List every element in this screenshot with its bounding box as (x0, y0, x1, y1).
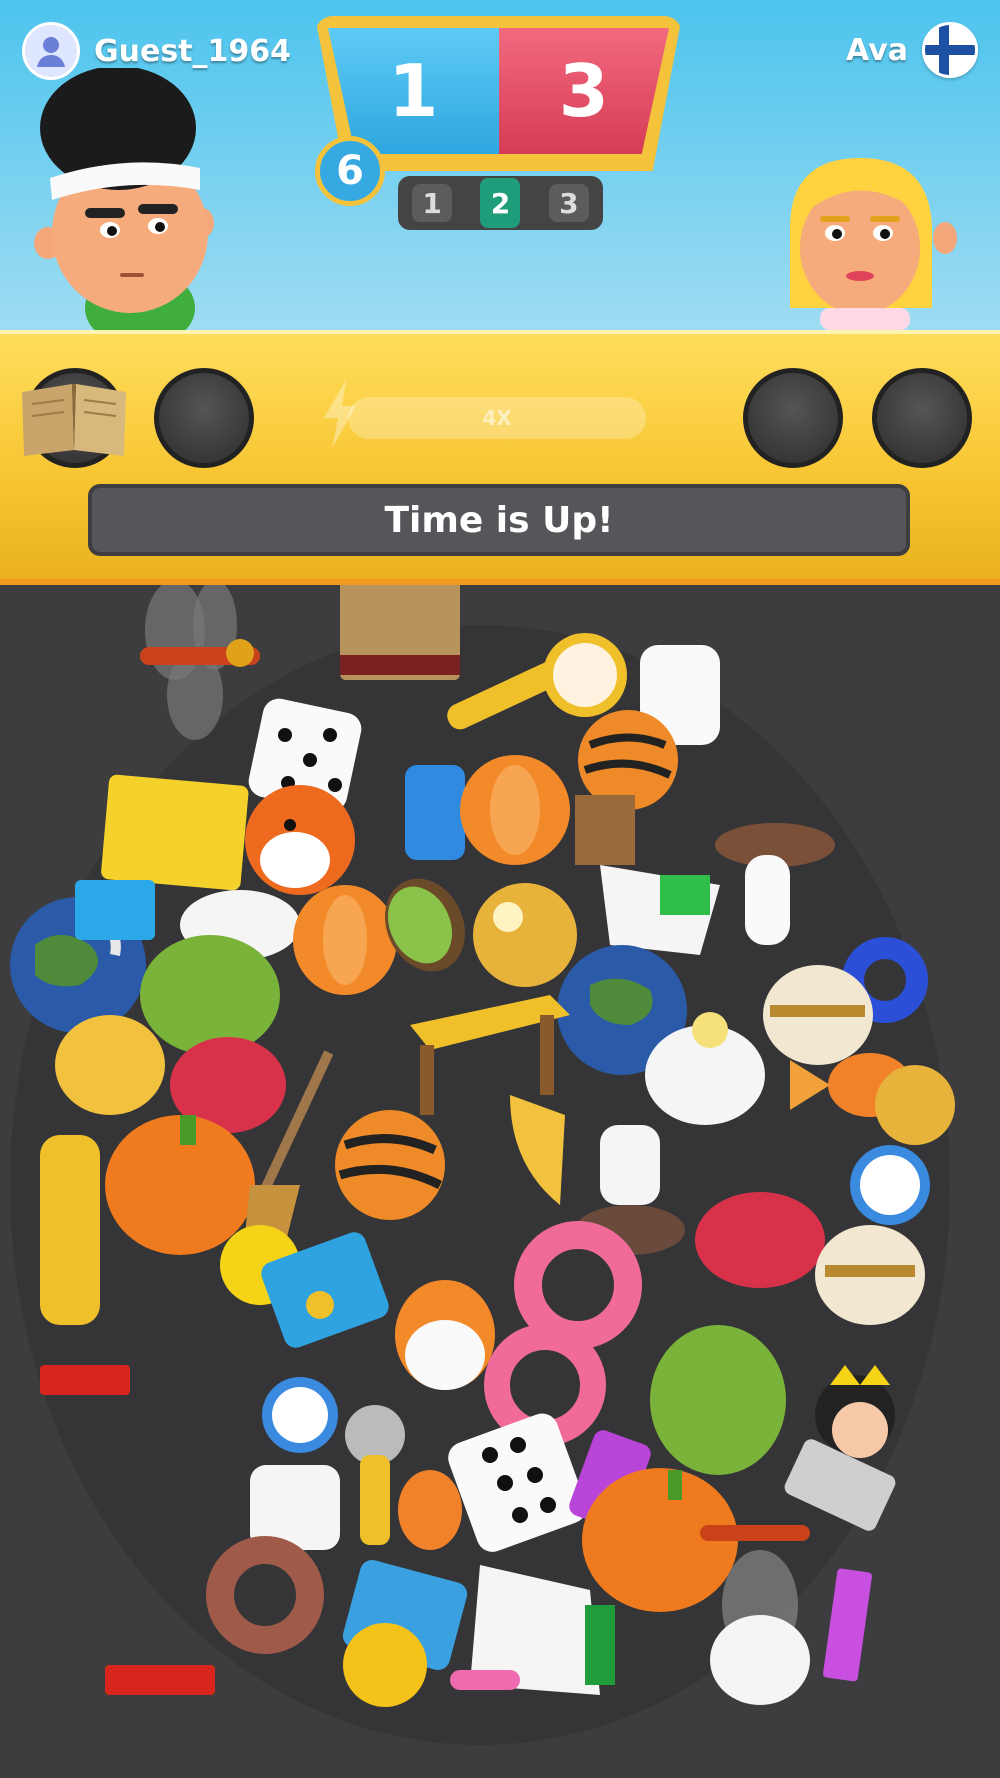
lime-item[interactable] (140, 935, 280, 1055)
lipstick-item[interactable] (450, 1670, 520, 1690)
letter-r-item[interactable] (823, 1568, 873, 1682)
coin-item[interactable] (875, 1065, 955, 1145)
red-letter-item[interactable] (40, 1365, 130, 1395)
collection-slot[interactable] (872, 368, 972, 468)
goldfish-item[interactable] (398, 1470, 462, 1550)
lime-item[interactable] (650, 1325, 786, 1475)
fox-item[interactable] (245, 785, 355, 895)
red-mushroom-item[interactable] (695, 1192, 825, 1288)
cat-item[interactable] (55, 1015, 165, 1115)
booster-label: 4X (482, 406, 512, 430)
status-message: Time is Up! (88, 484, 910, 556)
clam-shell-item[interactable] (763, 965, 873, 1065)
duck-item[interactable] (710, 1615, 810, 1705)
toy-ship-item[interactable] (600, 865, 720, 955)
player-right: Ava (846, 22, 978, 78)
onion-item[interactable] (395, 1280, 495, 1390)
booster-progress: 4X (348, 397, 646, 439)
play-field (0, 585, 1000, 1778)
player-right-name: Ava (846, 32, 908, 68)
onion-item[interactable] (293, 885, 397, 995)
alarm-clock-item[interactable] (262, 1377, 338, 1453)
onion-item[interactable] (460, 755, 570, 865)
tiger-ball-item[interactable] (335, 1110, 445, 1220)
blue-toy-item[interactable] (405, 765, 465, 860)
trumpet-item[interactable] (40, 1135, 100, 1325)
chair-item[interactable] (575, 795, 635, 865)
gold-ball-item[interactable] (473, 883, 577, 987)
book-icon (22, 384, 126, 456)
pumpkin-item[interactable] (105, 1115, 255, 1255)
round-count-badge: 6 (315, 136, 385, 206)
collection-slot[interactable] (743, 368, 843, 468)
round-indicator: 1 2 3 (398, 176, 603, 230)
collection-slot[interactable] (154, 368, 254, 468)
round-pill: 3 (548, 184, 589, 222)
round-pill-active: 2 (480, 178, 521, 228)
yellow-block-item[interactable] (100, 774, 249, 891)
collection-shelf: 4X Time is Up! (0, 330, 1000, 585)
player-left-character (34, 68, 214, 330)
player-right-character (790, 158, 957, 330)
finland-flag-icon (922, 22, 978, 78)
red-score: 3 (498, 28, 669, 154)
status-text: Time is Up! (384, 499, 614, 541)
tambourine-item[interactable] (543, 633, 627, 717)
bottle-item[interactable] (600, 1125, 660, 1205)
match-header: Guest_1964 Ava 1 3 6 1 2 3 (0, 0, 1000, 330)
book-item[interactable] (340, 585, 460, 680)
blue-cube-item[interactable] (75, 880, 155, 940)
alarm-clock-item[interactable] (850, 1145, 930, 1225)
player-left-name: Guest_1964 (94, 33, 292, 69)
round-pill: 1 (412, 184, 453, 222)
blue-score: 1 (328, 28, 499, 154)
clam-shell-item[interactable] (815, 1225, 925, 1325)
red-letter-item[interactable] (105, 1665, 215, 1695)
object-pile (10, 585, 955, 1745)
